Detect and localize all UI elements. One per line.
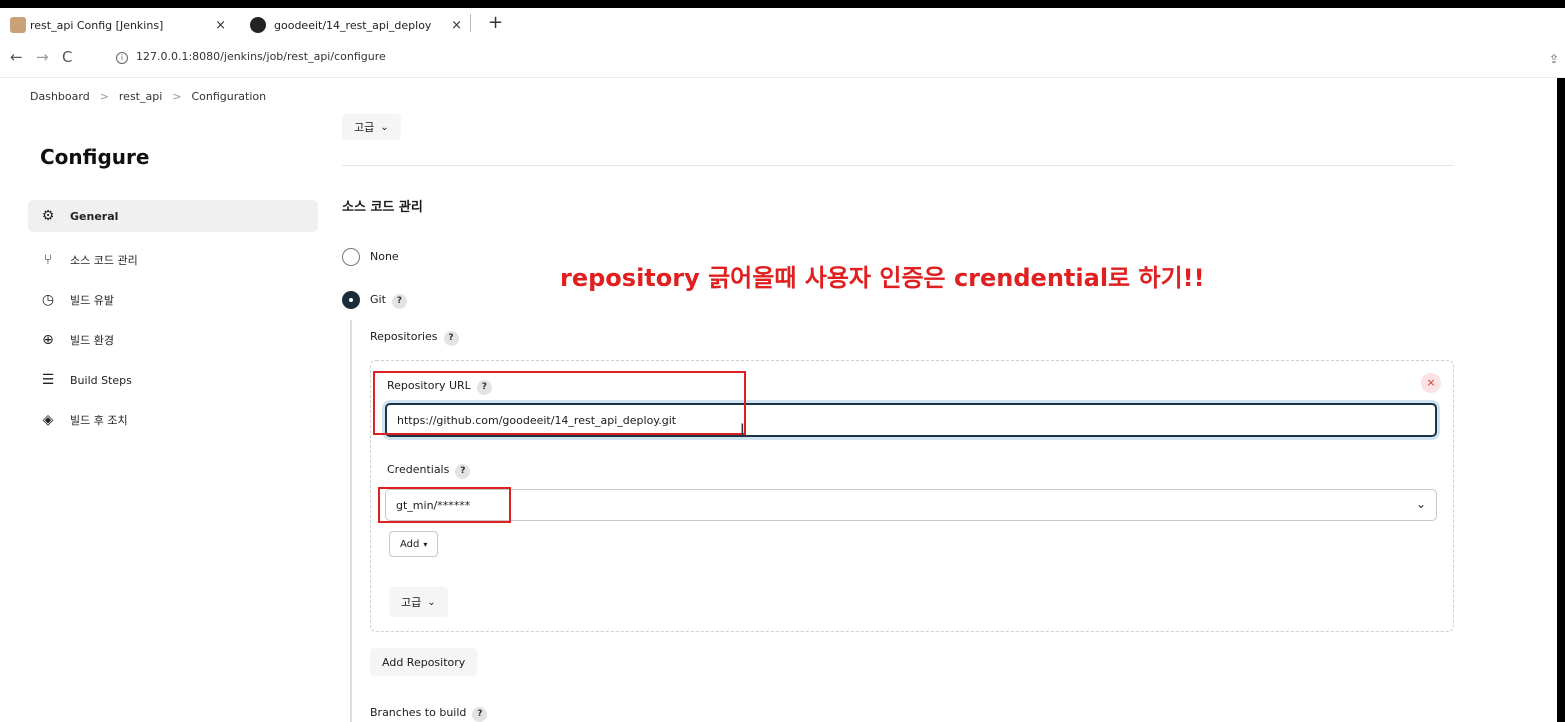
branches-to-build-label: Branches to build? <box>370 706 488 722</box>
sidebar: ⚙ General ⑂ 소스 코드 관리 ◷ 빌드 유발 ⊕ 빌드 환경 ☰ B… <box>28 200 318 440</box>
sidebar-item-label: 빌드 후 조치 <box>70 414 128 427</box>
gear-icon: ⚙ <box>41 208 55 224</box>
clock-icon: ◷ <box>41 292 55 308</box>
annotation-box-credentials <box>378 487 511 523</box>
list-icon: ☰ <box>41 372 55 388</box>
tab-title: rest_api Config [Jenkins] <box>30 18 164 32</box>
page-title: Configure <box>40 145 150 169</box>
advanced-label: 고급 <box>354 121 375 134</box>
remove-repository-icon[interactable]: × <box>1421 373 1441 393</box>
sidebar-item-general[interactable]: ⚙ General <box>28 200 318 232</box>
breadcrumb-separator: > <box>172 90 182 103</box>
forward-arrow-icon[interactable]: → <box>36 48 49 66</box>
site-info-icon[interactable]: i <box>116 52 128 64</box>
tab-jenkins-config[interactable]: rest_api Config [Jenkins] × <box>0 10 240 40</box>
sidebar-item-scm[interactable]: ⑂ 소스 코드 관리 <box>28 240 318 280</box>
annotation-box-repo-url <box>373 371 746 435</box>
new-tab-button[interactable]: + <box>488 12 503 33</box>
advanced-repo-button[interactable]: 고급 ⌄ <box>389 587 448 617</box>
sidebar-item-label: 소스 코드 관리 <box>70 254 138 267</box>
breadcrumb-dashboard[interactable]: Dashboard <box>30 90 90 103</box>
section-divider <box>342 165 1454 166</box>
breadcrumb: Dashboard > rest_api > Configuration <box>30 90 266 103</box>
caret-down-icon: ▾ <box>423 539 428 549</box>
share-icon[interactable]: ⇪ <box>1549 52 1559 66</box>
help-icon[interactable]: ? <box>455 464 471 479</box>
sidebar-item-build-triggers[interactable]: ◷ 빌드 유발 <box>28 280 318 320</box>
help-icon[interactable]: ? <box>472 707 488 722</box>
back-arrow-icon[interactable]: ← <box>10 48 23 66</box>
reload-icon[interactable]: C <box>62 48 72 66</box>
advanced-button[interactable]: 고급 ⌄ <box>342 114 401 140</box>
add-credentials-button[interactable]: Add ▾ <box>389 531 439 557</box>
annotation-text: repository 긁어올때 사용자 인증은 crendential로 하기!… <box>560 264 1205 292</box>
scm-git-label[interactable]: Git? <box>370 293 407 309</box>
section-title-scm: 소스 코드 관리 <box>342 200 423 215</box>
top-black-bar <box>0 0 1565 8</box>
sidebar-item-label: 빌드 환경 <box>70 334 114 347</box>
help-icon[interactable]: ? <box>391 294 407 309</box>
globe-icon: ⊕ <box>42 332 54 348</box>
sidebar-item-build-environment[interactable]: ⊕ 빌드 환경 <box>28 320 318 360</box>
github-favicon-icon <box>250 17 266 33</box>
credentials-select[interactable]: gt_min/****** ⌄ <box>385 489 1437 521</box>
sidebar-item-label: 빌드 유발 <box>70 294 114 307</box>
chevron-down-icon: ⌄ <box>427 596 436 608</box>
credentials-label: Credentials? <box>387 463 471 479</box>
credentials-label-text: Credentials <box>387 463 450 476</box>
browser-tab-strip: rest_api Config [Jenkins] × goodeeit/14_… <box>0 0 1565 40</box>
scm-none-label[interactable]: None <box>370 250 399 263</box>
breadcrumb-configuration[interactable]: Configuration <box>192 90 267 103</box>
chevron-down-icon: ⌄ <box>1415 497 1426 511</box>
tab-close-icon[interactable]: × <box>451 18 462 33</box>
sidebar-item-build-steps[interactable]: ☰ Build Steps <box>28 360 318 400</box>
url-text: 127.0.0.1:8080/jenkins/job/rest_api/conf… <box>136 50 386 63</box>
nested-section-line <box>350 320 352 722</box>
jenkins-favicon-icon <box>10 17 26 33</box>
breadcrumb-rest-api[interactable]: rest_api <box>119 90 162 103</box>
tab-separator <box>470 14 471 32</box>
tab-close-icon[interactable]: × <box>215 18 226 33</box>
text-cursor-icon: I <box>740 420 745 439</box>
advanced-label: 고급 <box>401 596 422 609</box>
cube-icon: ◈ <box>42 412 54 428</box>
breadcrumb-separator: > <box>99 90 109 103</box>
sidebar-item-label: General <box>70 209 119 223</box>
add-label: Add <box>400 538 420 550</box>
repositories-label: Repositories? <box>370 330 459 346</box>
sidebar-item-label: Build Steps <box>70 373 132 387</box>
help-icon[interactable]: ? <box>443 331 459 346</box>
sidebar-item-post-build[interactable]: ◈ 빌드 후 조치 <box>28 400 318 440</box>
scm-none-radio[interactable] <box>342 248 360 266</box>
chevron-down-icon: ⌄ <box>380 121 389 133</box>
tab-github-repo[interactable]: goodeeit/14_rest_api_deploy × <box>240 10 476 40</box>
branch-icon: ⑂ <box>43 252 53 268</box>
git-label-text: Git <box>370 293 386 306</box>
scm-git-radio[interactable] <box>342 291 360 309</box>
right-edge-bar <box>1557 78 1565 722</box>
add-repository-button[interactable]: Add Repository <box>370 648 478 676</box>
repositories-label-text: Repositories <box>370 330 438 343</box>
address-input[interactable]: i 127.0.0.1:8080/jenkins/job/rest_api/con… <box>116 50 386 64</box>
branches-label-text: Branches to build <box>370 706 467 719</box>
tab-title: goodeeit/14_rest_api_deploy <box>274 18 432 32</box>
